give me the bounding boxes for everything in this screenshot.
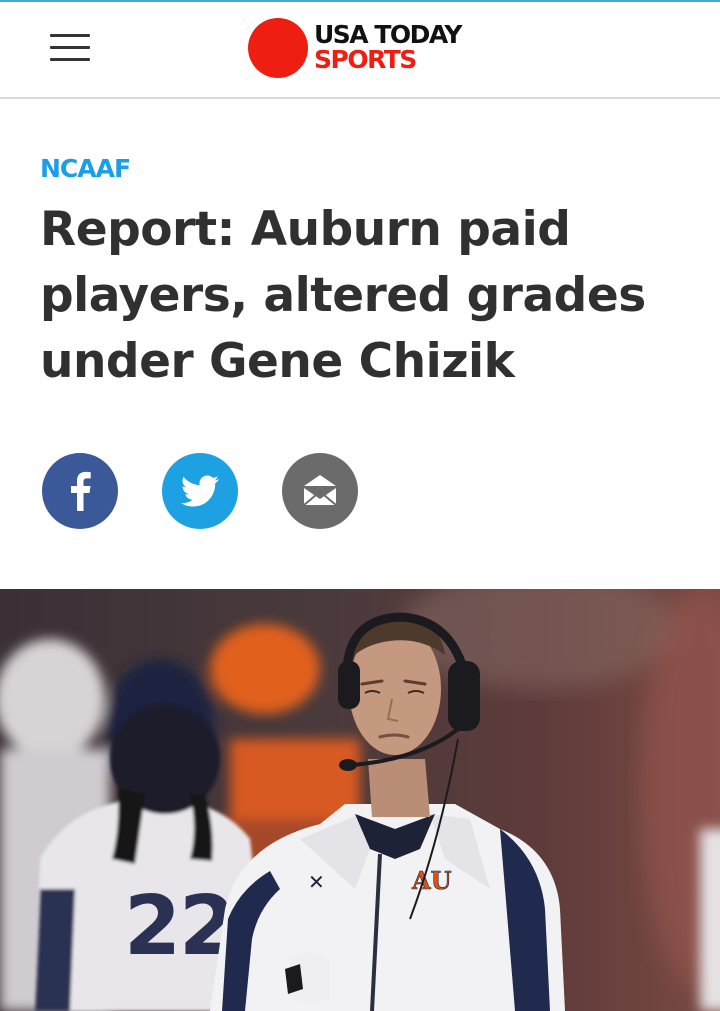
article-headline: Report: Auburn paid players, altered gra… (40, 202, 646, 389)
facebook-share-button[interactable] (42, 453, 118, 529)
menu-bar (50, 58, 90, 61)
menu-bar (50, 34, 90, 37)
site-header: USA TODAY SPORTS (0, 2, 720, 99)
twitter-share-button[interactable] (162, 453, 238, 529)
article-photo: 22 ✕ AU (0, 589, 720, 1011)
svg-text:AU: AU (411, 866, 452, 895)
logo-dot (248, 18, 308, 78)
twitter-icon (180, 475, 220, 507)
logo-text-sports: SPORTS (314, 45, 417, 74)
section-label[interactable]: NCAAF (40, 154, 131, 183)
menu-bar (50, 46, 90, 49)
menu-button[interactable] (46, 28, 94, 68)
email-share-button[interactable] (282, 453, 358, 529)
email-icon (303, 475, 337, 506)
usa-today-sports-logo[interactable]: USA TODAY SPORTS (246, 16, 486, 80)
facebook-icon (71, 471, 91, 511)
svg-text:✕: ✕ (308, 870, 325, 894)
